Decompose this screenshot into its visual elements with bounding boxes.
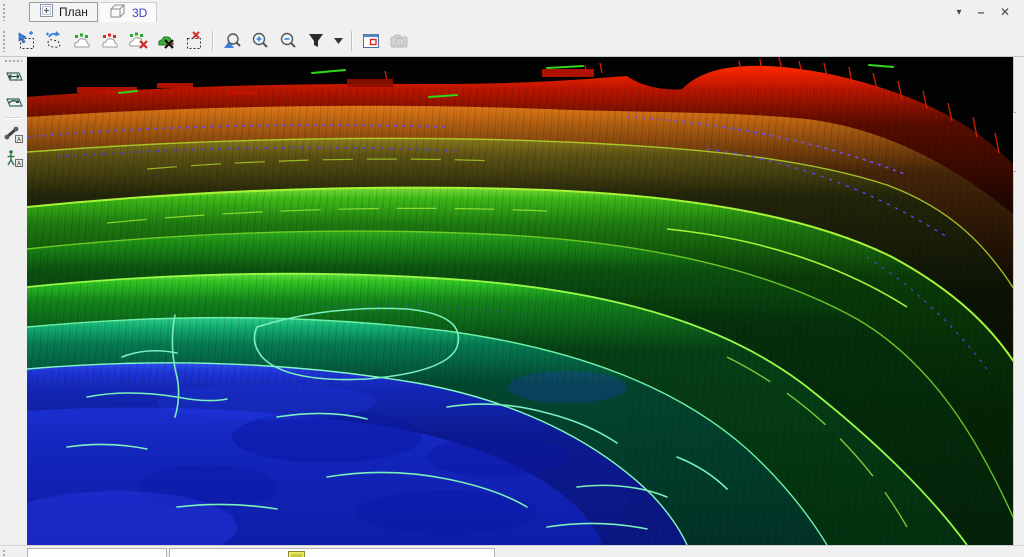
tab-3d-label: 3D <box>132 5 148 20</box>
point-cloud-scene <box>26 57 1013 545</box>
filter-dropdown-button[interactable] <box>331 28 346 54</box>
status-panel <box>169 548 495 557</box>
toolstrip-drag-grip[interactable] <box>4 59 22 64</box>
overview-window-icon <box>363 33 379 48</box>
cloud-merge-delete-icon <box>158 35 174 49</box>
rotate-plane-button[interactable] <box>2 92 24 114</box>
tab-3d[interactable]: 3D <box>100 2 158 22</box>
main-area: A A <box>0 57 1024 545</box>
pan-plane-icon <box>6 72 23 81</box>
status-panel <box>27 548 167 557</box>
tabbar-drag-grip[interactable] <box>2 3 7 21</box>
cloud-points-delete-icon <box>129 32 148 49</box>
clear-selection-button[interactable] <box>181 28 207 54</box>
select-area-add-icon <box>18 30 34 49</box>
tab-plan[interactable]: План <box>29 2 98 22</box>
filter-funnel-icon <box>309 33 323 47</box>
camera-snapshot-icon <box>390 34 408 47</box>
select-lasso-rotate-button[interactable] <box>41 28 67 54</box>
rotate-plane-icon <box>6 98 23 107</box>
walk-figure-button[interactable]: A <box>2 147 24 169</box>
layer-palette-yellow-icon <box>288 551 305 557</box>
pan-plane-button[interactable] <box>2 67 24 89</box>
select-area-add-button[interactable] <box>13 28 39 54</box>
cloud-points-red-button[interactable] <box>97 28 123 54</box>
close-button[interactable]: ✕ <box>996 4 1014 20</box>
splitter-handle[interactable] <box>1013 112 1016 172</box>
svg-text:A: A <box>17 161 21 167</box>
zoom-out-icon <box>280 32 296 48</box>
measure-segment-icon: A <box>4 126 23 143</box>
camera-snapshot-button <box>386 28 412 54</box>
view-tool-strip: A A <box>0 57 27 545</box>
panel-menu-button[interactable]: ▾ <box>950 4 968 20</box>
main-toolbar <box>0 25 1024 57</box>
chevron-down-icon: ▾ <box>956 6 962 18</box>
cloud-points-green-icon <box>74 33 90 47</box>
3d-viewport[interactable] <box>26 57 1013 545</box>
application-window: План 3D ▾ – ✕ A A <box>0 0 1024 557</box>
tab-plan-label: План <box>59 5 88 19</box>
cloud-points-green-button[interactable] <box>69 28 95 54</box>
zoom-out-button[interactable] <box>275 28 301 54</box>
cube-3d-icon <box>109 4 127 21</box>
status-bar <box>0 545 1024 557</box>
toolbar-separator <box>351 30 353 51</box>
close-icon: ✕ <box>999 5 1011 19</box>
zoom-in-button[interactable] <box>247 28 273 54</box>
cloud-points-delete-button[interactable] <box>125 28 151 54</box>
walk-figure-icon: A <box>7 150 23 167</box>
tab-bar: План 3D ▾ – ✕ <box>0 0 1024 26</box>
toolbar-separator <box>212 30 214 51</box>
toolbar-drag-grip[interactable] <box>2 29 7 52</box>
cloud-points-red-icon <box>102 33 118 47</box>
measure-segment-button[interactable]: A <box>2 123 24 145</box>
cloud-merge-delete-button[interactable] <box>153 28 179 54</box>
filter-funnel-button[interactable] <box>303 28 329 54</box>
minimize-button[interactable]: – <box>972 4 990 20</box>
svg-text:A: A <box>17 137 21 143</box>
clear-selection-icon <box>187 30 201 49</box>
select-lasso-rotate-icon <box>46 30 61 48</box>
plan-view-icon <box>39 3 54 21</box>
zoom-extents-button[interactable] <box>219 28 245 54</box>
toolstrip-separator <box>4 117 21 119</box>
right-edge-strip <box>1013 57 1024 545</box>
statusbar-grip <box>2 549 7 557</box>
filter-dropdown-arrow-icon <box>334 37 343 44</box>
minimize-icon: – <box>977 5 985 19</box>
zoom-extents-icon <box>224 32 241 48</box>
overview-window-button[interactable] <box>358 28 384 54</box>
zoom-in-icon <box>252 32 268 48</box>
